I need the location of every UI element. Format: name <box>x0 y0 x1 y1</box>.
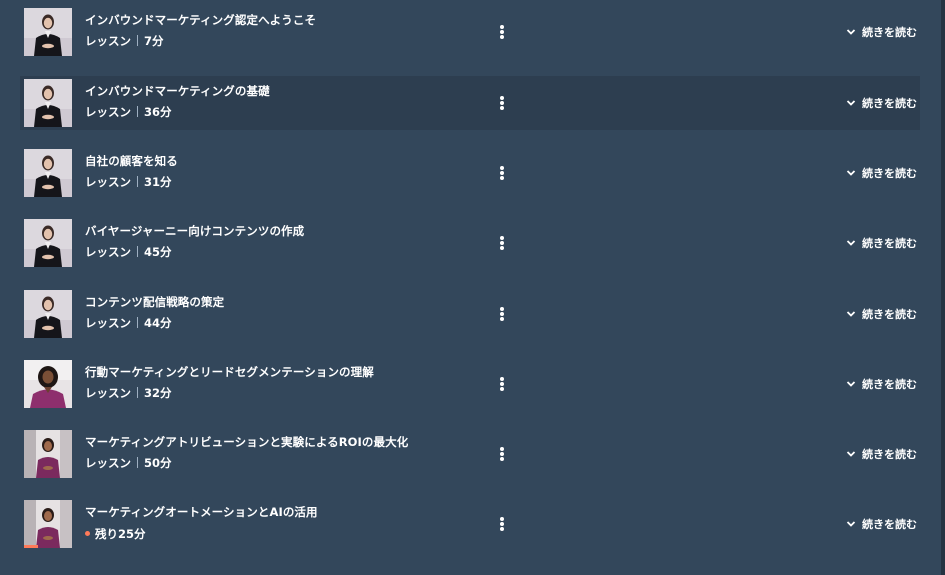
lesson-duration: 44分 <box>144 316 172 330</box>
divider <box>137 317 138 328</box>
lesson-meta: 残り25分 <box>85 526 146 542</box>
divider <box>137 246 138 257</box>
read-more-label: 続きを読む <box>862 448 917 461</box>
lesson-type: レッスン <box>85 386 131 400</box>
chevron-down-icon <box>846 170 856 176</box>
read-more-label: 続きを読む <box>862 518 917 531</box>
lesson-thumbnail[interactable] <box>24 8 72 56</box>
lesson-thumbnail[interactable] <box>24 290 72 338</box>
scrollbar-track[interactable] <box>941 0 945 575</box>
read-more-button[interactable]: 続きを読む <box>846 234 917 252</box>
lesson-row[interactable]: 自社の顧客を知る レッスン 31分 続きを読む <box>20 146 920 200</box>
lesson-title[interactable]: 行動マーケティングとリードセグメンテーションの理解 <box>85 364 374 380</box>
divider <box>137 176 138 187</box>
lesson-row[interactable]: マーケティングアトリビューションと実験によるROIの最大化 レッスン 50分 続き… <box>20 427 920 481</box>
read-more-button[interactable]: 続きを読む <box>846 305 917 323</box>
lesson-duration: 50分 <box>144 456 172 470</box>
lesson-type: レッスン <box>85 245 131 259</box>
lesson-type: レッスン <box>85 456 131 470</box>
read-more-button[interactable]: 続きを読む <box>846 94 917 112</box>
more-options-icon[interactable] <box>494 512 510 536</box>
read-more-label: 続きを読む <box>862 26 917 39</box>
read-more-label: 続きを読む <box>862 167 917 180</box>
lesson-thumbnail[interactable] <box>24 79 72 127</box>
lesson-title[interactable]: マーケティングアトリビューションと実験によるROIの最大化 <box>85 434 408 450</box>
lesson-thumbnail[interactable] <box>24 360 72 408</box>
read-more-button[interactable]: 続きを読む <box>846 23 917 41</box>
read-more-button[interactable]: 続きを読む <box>846 375 917 393</box>
divider <box>137 387 138 398</box>
divider <box>137 35 138 46</box>
chevron-down-icon <box>846 521 856 527</box>
lesson-row[interactable]: インバウンドマーケティング認定へようこそ レッスン 7分 続きを読む <box>20 5 920 59</box>
lesson-title[interactable]: コンテンツ配信戦略の策定 <box>85 294 224 310</box>
lesson-duration: 7分 <box>144 34 164 48</box>
chevron-down-icon <box>846 381 856 387</box>
more-options-icon[interactable] <box>494 442 510 466</box>
lesson-meta: レッスン 36分 <box>85 104 172 120</box>
lesson-title[interactable]: マーケティングオートメーションとAIの活用 <box>85 504 318 520</box>
more-options-icon[interactable] <box>494 161 510 185</box>
read-more-button[interactable]: 続きを読む <box>846 515 917 533</box>
lesson-row[interactable]: 行動マーケティングとリードセグメンテーションの理解 レッスン 32分 続きを読む <box>20 357 920 411</box>
lesson-meta: レッスン 50分 <box>85 455 172 471</box>
lesson-title[interactable]: インバウンドマーケティングの基礎 <box>85 83 270 99</box>
lesson-title[interactable]: 自社の顧客を知る <box>85 153 178 169</box>
lesson-meta: レッスン 31分 <box>85 174 172 190</box>
lesson-row[interactable]: コンテンツ配信戦略の策定 レッスン 44分 続きを読む <box>20 287 920 341</box>
lesson-list: インバウンドマーケティング認定へようこそ レッスン 7分 続きを読む インバウンド… <box>0 0 945 575</box>
lesson-thumbnail[interactable] <box>24 430 72 478</box>
lesson-type: レッスン <box>85 105 131 119</box>
read-more-button[interactable]: 続きを読む <box>846 445 917 463</box>
read-more-label: 続きを読む <box>862 378 917 391</box>
lesson-thumbnail[interactable] <box>24 149 72 197</box>
lesson-meta: レッスン 32分 <box>85 385 172 401</box>
lesson-row[interactable]: インバウンドマーケティングの基礎 レッスン 36分 続きを読む <box>20 76 920 130</box>
lesson-duration: 36分 <box>144 105 172 119</box>
more-options-icon[interactable] <box>494 91 510 115</box>
lesson-title[interactable]: バイヤージャーニー向けコンテンツの作成 <box>85 223 304 239</box>
more-options-icon[interactable] <box>494 372 510 396</box>
divider <box>137 457 138 468</box>
lesson-meta: レッスン 45分 <box>85 244 172 260</box>
in-progress-dot-icon <box>85 531 90 536</box>
chevron-down-icon <box>846 100 856 106</box>
chevron-down-icon <box>846 451 856 457</box>
lesson-title[interactable]: インバウンドマーケティング認定へようこそ <box>85 12 316 28</box>
lesson-duration: 31分 <box>144 175 172 189</box>
chevron-down-icon <box>846 29 856 35</box>
chevron-down-icon <box>846 240 856 246</box>
more-options-icon[interactable] <box>494 302 510 326</box>
lesson-duration: 45分 <box>144 245 172 259</box>
lesson-thumbnail[interactable] <box>24 219 72 267</box>
more-options-icon[interactable] <box>494 231 510 255</box>
read-more-label: 続きを読む <box>862 237 917 250</box>
lesson-meta: レッスン 44分 <box>85 315 172 331</box>
lesson-duration: 32分 <box>144 386 172 400</box>
read-more-button[interactable]: 続きを読む <box>846 164 917 182</box>
divider <box>137 106 138 117</box>
lesson-progress-bar <box>24 545 39 548</box>
lesson-row[interactable]: バイヤージャーニー向けコンテンツの作成 レッスン 45分 続きを読む <box>20 216 920 270</box>
lesson-remaining: 残り25分 <box>95 527 146 541</box>
chevron-down-icon <box>846 311 856 317</box>
lesson-type: レッスン <box>85 175 131 189</box>
more-options-icon[interactable] <box>494 20 510 44</box>
lesson-type: レッスン <box>85 34 131 48</box>
read-more-label: 続きを読む <box>862 308 917 321</box>
lesson-type: レッスン <box>85 316 131 330</box>
lesson-meta: レッスン 7分 <box>85 33 164 49</box>
lesson-thumbnail[interactable] <box>24 500 72 548</box>
lesson-row[interactable]: マーケティングオートメーションとAIの活用 残り25分 続きを読む <box>20 497 920 551</box>
read-more-label: 続きを読む <box>862 97 917 110</box>
